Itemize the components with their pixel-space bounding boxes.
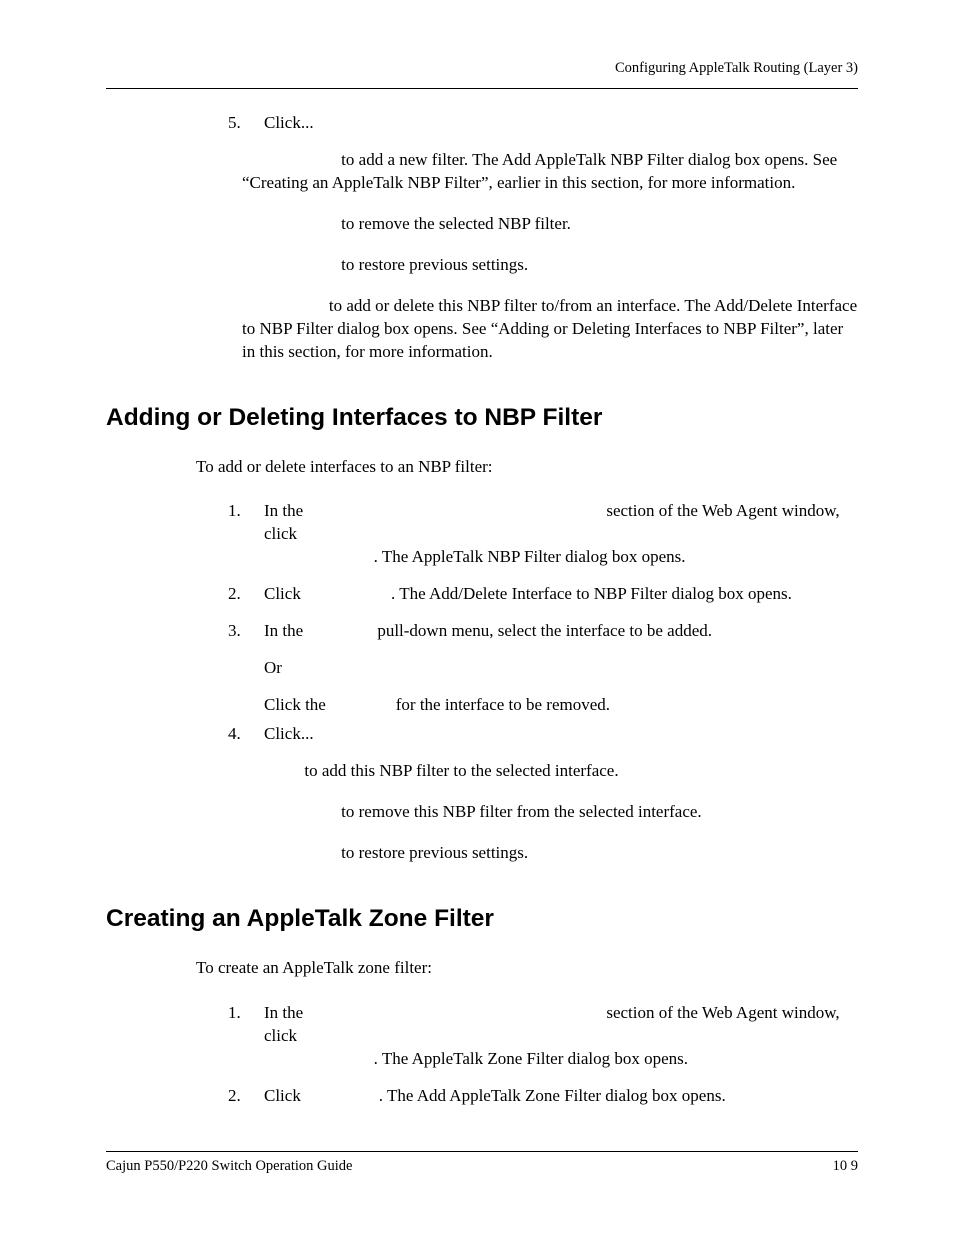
step2-b: . The Add/Delete Interface to NBP Filter… [391,584,792,603]
footer-page: 10 9 [833,1158,858,1175]
step1-a: In the [264,501,307,520]
step-4-label: 4. Click... [228,723,858,746]
zstep1-a: In the [264,1003,307,1022]
step1-b: section of the Web Agent window, click [264,501,840,543]
intro-zone: To create an AppleTalk zone filter: [196,957,858,980]
step1-c: . The AppleTalk NBP Filter dialog box op… [374,547,686,566]
sub-item-cancel: — XXXXXX to restore previous settings. [242,254,858,277]
footer-rule [106,1151,858,1152]
step-click-label: 5. Click... [228,112,858,135]
sub-item-add: — XXX to add this NBP filter to the sele… [242,760,858,783]
step-3: 3. In the XXXXX. pull-down menu, select … [228,620,858,643]
zone-step-2: 2. Click XXXXXX. The Add AppleTalk Zone … [228,1085,858,1108]
zstep2-a: Click [264,1086,305,1105]
click-label-4: Click... [264,724,314,743]
click-label: Click... [264,113,314,132]
page-content: 5. Click... — XXXXXX to add a new filter… [106,112,858,1121]
running-header: Configuring AppleTalk Routing (Layer 3) [615,60,858,77]
step3-b: pull-down menu, select the interface to … [373,621,712,640]
step-2: 2. Click XXXXXXX. The Add/Delete Interfa… [228,583,858,606]
sub-text: to restore previous settings. [337,255,528,274]
zone-step-1: 1. In the XXXXXXXXXXXXXXXXXXXXXXXX secti… [228,1002,858,1071]
sub-text: to remove the selected NBP filter. [337,214,571,233]
step3-alt-a: Click the [264,695,330,714]
sub-item-remove2: — XXXXXX to remove this NBP filter from … [242,801,858,824]
step3-alt-b: for the interface to be removed. [392,695,611,714]
page-footer: Cajun P550/P220 Switch Operation Guide 1… [106,1151,858,1175]
step-3-or: Or [228,657,858,680]
step-1: 1. In the XXXXXXXXXXXXXXXXXXXXXXXX secti… [228,500,858,569]
step2-a: Click [264,584,305,603]
header-rule [106,88,858,89]
sub-item-interface: — XXXXX to add or delete this NBP filter… [242,295,858,364]
heading-adding-deleting: Adding or Deleting Interfaces to NBP Fil… [106,404,858,432]
sub-text: to add or delete this NBP filter to/from… [242,296,857,361]
zstep2-b: . The Add AppleTalk Zone Filter dialog b… [379,1086,726,1105]
sub-item-create: — XXXXXX to add a new filter. The Add Ap… [242,149,858,195]
step-3-alt: Click the XXXXX for the interface to be … [228,694,858,717]
footer-left: Cajun P550/P220 Switch Operation Guide [106,1158,353,1175]
zstep1-c: . The AppleTalk Zone Filter dialog box o… [374,1049,688,1068]
sub-text: to restore previous settings. [337,843,528,862]
sub-item-cancel2: — XXXXXX to restore previous settings. [242,842,858,865]
zstep1-b: section of the Web Agent window, click [264,1003,840,1045]
sub-text: to remove this NBP filter from the selec… [337,802,702,821]
intro-adding: To add or delete interfaces to an NBP fi… [196,456,858,479]
heading-zone-filter: Creating an AppleTalk Zone Filter [106,905,858,933]
sub-text: to add a new filter. The Add AppleTalk N… [242,150,837,192]
or-text: Or [264,658,282,677]
sub-item-remove: — XXXXXX to remove the selected NBP filt… [242,213,858,236]
step3-a: In the [264,621,307,640]
sub-text: to add this NBP filter to the selected i… [300,761,619,780]
